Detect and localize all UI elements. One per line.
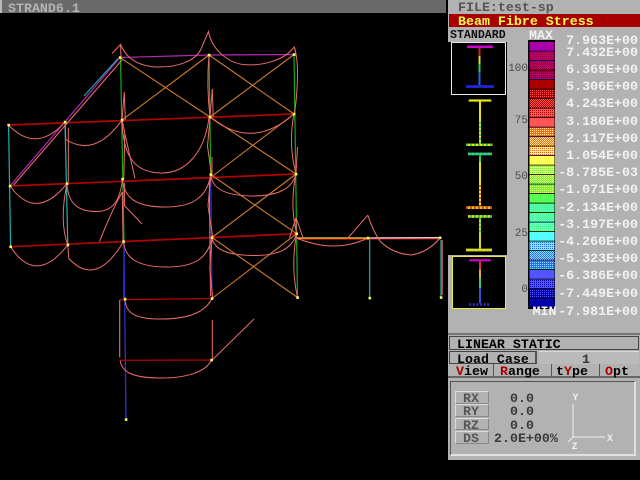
svg-text:X: X	[607, 434, 613, 445]
svg-text:Y: Y	[573, 393, 579, 404]
svg-text:Z: Z	[572, 442, 578, 450]
